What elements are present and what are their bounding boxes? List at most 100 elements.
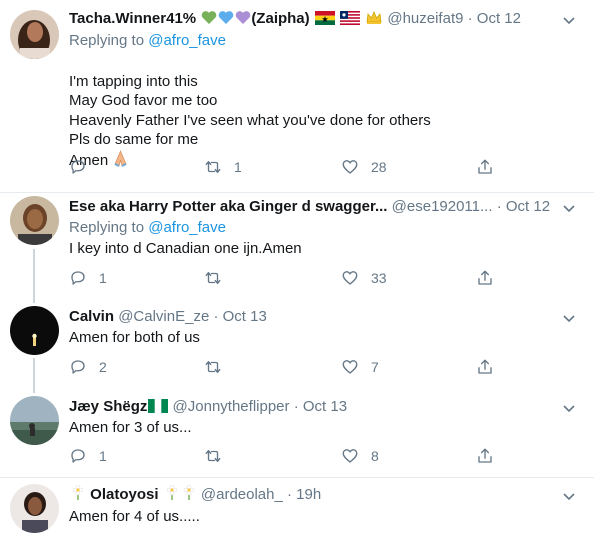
display-name[interactable]: Tacha.Winner41% <box>69 10 196 27</box>
tweet-header: Ese aka Harry Potter aka Ginger d swagge… <box>69 197 560 217</box>
replying-to-label: Replying to <box>69 219 145 236</box>
retweet-icon <box>205 161 221 173</box>
reply-count: 1 <box>99 448 107 464</box>
tweet-text: Amen for 3 of us... <box>69 419 192 436</box>
tweet-text: Amen for 4 of us..... <box>69 508 200 525</box>
reply-button[interactable]: 1 <box>69 268 107 288</box>
retweet-button[interactable]: 1 <box>204 157 242 177</box>
reply-icon <box>71 271 85 285</box>
like-button[interactable]: 28 <box>341 157 387 177</box>
tweet-header: Olatoyosi @ardeolah_ · 19h <box>69 485 560 507</box>
retweet-button[interactable] <box>204 446 234 466</box>
timestamp[interactable]: 19h <box>296 486 321 503</box>
display-name[interactable]: Jæy Shëgz <box>69 398 147 415</box>
display-name[interactable]: Olatoyosi <box>90 486 158 503</box>
retweet-icon <box>205 361 221 373</box>
retweet-icon <box>205 450 221 462</box>
tweet-text: Amen for both of us <box>69 329 200 346</box>
like-icon <box>342 360 358 374</box>
retweet-button[interactable] <box>204 268 234 288</box>
tweet-text: I key into d Canadian one ijn.Amen <box>69 240 302 257</box>
reply-button[interactable]: 1 <box>69 446 107 466</box>
share-button[interactable] <box>476 446 494 466</box>
avatar[interactable] <box>10 396 59 445</box>
chevron-down-icon[interactable] <box>562 311 576 325</box>
replying-to-label: Replying to <box>69 32 145 49</box>
separator: · <box>213 308 219 325</box>
timestamp[interactable]: Oct 12 <box>506 198 550 215</box>
like-button[interactable]: 7 <box>341 357 379 377</box>
reply-icon <box>71 449 85 463</box>
chevron-down-icon[interactable] <box>562 13 576 27</box>
like-count: 28 <box>371 159 387 175</box>
ghana-flag-icon <box>314 11 335 31</box>
like-count: 33 <box>371 270 387 286</box>
separator: · <box>287 486 292 503</box>
retweet-icon <box>205 272 221 284</box>
reply-button[interactable]: 2 <box>69 357 107 377</box>
thread-line <box>33 358 35 386</box>
share-button[interactable] <box>476 268 494 288</box>
tweet-actions: 1 28 <box>69 157 499 177</box>
display-name-suffix[interactable]: (Zaipha) <box>251 10 309 27</box>
tweet-actions: 1 8 <box>69 446 499 466</box>
avatar[interactable] <box>10 196 59 245</box>
like-count: 8 <box>371 448 379 464</box>
reply-icon <box>71 160 85 174</box>
mention-link[interactable]: @afro_fave <box>148 219 226 236</box>
tweet-jaey[interactable]: Jæy Shëgz @Jonnytheflipper · Oct 13 Amen… <box>0 386 594 478</box>
share-button[interactable] <box>476 157 494 177</box>
flower-icon <box>181 485 197 507</box>
reply-thread: Tacha.Winner41% (Zaipha) @huzeifat9 · Oc… <box>0 0 594 536</box>
share-icon <box>478 270 492 285</box>
thread-line <box>33 386 35 393</box>
tweet-header: Calvin @CalvinE_ze · Oct 13 <box>69 307 560 327</box>
tweet-calvin[interactable]: Calvin @CalvinE_ze · Oct 13 Amen for bot… <box>0 296 594 386</box>
tweet-header: Tacha.Winner41% (Zaipha) @huzeifat9 · Oc… <box>69 9 560 31</box>
like-icon <box>342 449 358 463</box>
replying-to: Replying to @afro_fave <box>69 218 226 238</box>
liberia-flag-icon <box>340 11 360 31</box>
retweet-button[interactable] <box>204 357 234 377</box>
timestamp[interactable]: Oct 12 <box>477 10 521 27</box>
like-button[interactable]: 8 <box>341 446 379 466</box>
tweet-olatoyosi[interactable]: Olatoyosi @ardeolah_ · 19h Amen for 4 of… <box>0 478 594 536</box>
separator: · <box>293 398 299 415</box>
avatar[interactable] <box>10 484 59 533</box>
timestamp[interactable]: Oct 13 <box>223 308 267 325</box>
user-handle[interactable]: @ese192011... <box>392 198 493 215</box>
tweet-actions: 1 33 <box>69 268 499 288</box>
timestamp[interactable]: Oct 13 <box>303 398 347 415</box>
tweet-text: I'm tapping into this May God favor me t… <box>69 52 431 173</box>
avatar[interactable] <box>10 10 59 59</box>
chevron-down-icon[interactable] <box>562 489 576 503</box>
flower-icon <box>164 485 180 507</box>
user-handle[interactable]: @ardeolah_ <box>201 486 283 503</box>
share-icon <box>478 359 492 374</box>
blue-heart-icon <box>218 10 234 31</box>
share-button[interactable] <box>476 357 494 377</box>
user-handle[interactable]: @Jonnytheflipper <box>173 398 290 415</box>
like-count: 7 <box>371 359 379 375</box>
reply-button[interactable] <box>69 157 99 177</box>
chevron-down-icon[interactable] <box>562 201 576 215</box>
like-button[interactable]: 33 <box>341 268 387 288</box>
display-name[interactable]: Ese aka Harry Potter aka Ginger d swagge… <box>69 198 387 215</box>
like-icon <box>342 271 358 285</box>
chevron-down-icon[interactable] <box>562 401 576 415</box>
tweet-ese[interactable]: Ese aka Harry Potter aka Ginger d swagge… <box>0 193 594 296</box>
thread-line <box>33 249 35 296</box>
user-handle[interactable]: @huzeifat9 <box>387 10 463 27</box>
reply-icon <box>71 360 85 374</box>
like-icon <box>342 160 358 174</box>
purple-heart-icon <box>235 10 251 31</box>
tweet-tacha[interactable]: Tacha.Winner41% (Zaipha) @huzeifat9 · Oc… <box>0 0 594 192</box>
replying-to: Replying to @afro_fave <box>69 31 226 51</box>
display-name[interactable]: Calvin <box>69 308 114 325</box>
user-handle[interactable]: @CalvinE_ze <box>118 308 209 325</box>
nigeria-flag-icon <box>148 399 169 419</box>
avatar[interactable] <box>10 306 59 355</box>
green-heart-icon <box>201 10 217 31</box>
mention-link[interactable]: @afro_fave <box>148 32 226 49</box>
share-icon <box>478 159 492 174</box>
